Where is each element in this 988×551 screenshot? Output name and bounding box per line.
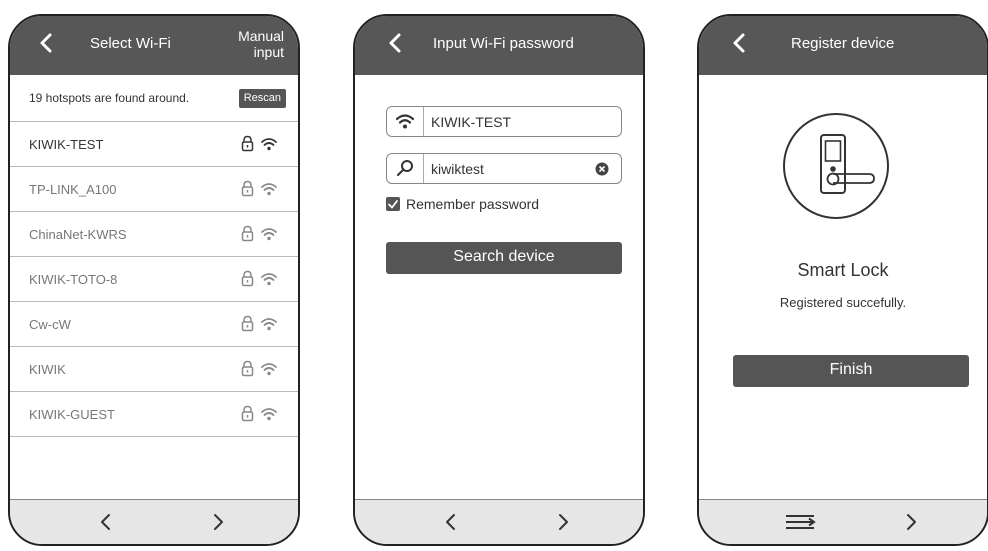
lock-icon — [241, 225, 254, 242]
wifi-status-icons — [241, 270, 277, 287]
wifi-network-item[interactable]: KIWIK-GUEST — [10, 392, 298, 437]
registration-status: Registered succefully. — [779, 295, 907, 310]
lock-icon — [241, 180, 254, 197]
wifi-icon — [261, 318, 277, 331]
wifi-icon — [395, 107, 424, 136]
password-field[interactable]: kiwiktest — [386, 153, 622, 184]
header: Select Wi-Fi Manual input — [10, 16, 298, 75]
wifi-network-name: KIWIK-TEST — [29, 137, 104, 152]
lock-icon — [241, 135, 254, 152]
wifi-status-icons — [241, 180, 277, 197]
smart-lock-icon — [783, 113, 889, 219]
wifi-network-item[interactable]: KIWIK — [10, 347, 298, 392]
lock-icon — [241, 315, 254, 332]
lock-icon — [241, 360, 254, 377]
wifi-network-name: Cw-cW — [29, 317, 71, 332]
ssid-value: KIWIK-TEST — [431, 114, 512, 130]
chevron-left-icon[interactable] — [92, 508, 120, 536]
wifi-network-item[interactable]: KIWIK-TOTO-8 — [10, 257, 298, 302]
clear-input-icon[interactable] — [595, 162, 609, 176]
header: Register device — [699, 16, 987, 75]
wifi-network-name: KIWIK-GUEST — [29, 407, 115, 422]
wifi-status-icons — [241, 225, 277, 242]
chevron-right-icon[interactable] — [204, 508, 232, 536]
page-title: Register device — [791, 35, 895, 52]
wifi-status-icons — [241, 315, 277, 332]
manual-input-line1: Manual — [238, 28, 284, 44]
wifi-icon — [261, 273, 277, 286]
manual-input-line2: input — [253, 44, 284, 60]
lock-icon — [241, 405, 254, 422]
header: Input Wi-Fi password — [355, 16, 643, 75]
lock-icon — [241, 270, 254, 287]
finish-button[interactable]: Finish — [733, 355, 969, 387]
wifi-network-item[interactable]: TP-LINK_A100 — [10, 167, 298, 212]
wifi-icon — [261, 363, 277, 376]
password-value: kiwiktest — [431, 161, 484, 177]
hotspot-count-text: 19 hotspots are found around. — [29, 91, 190, 105]
device-name: Smart Lock — [797, 260, 889, 280]
select-wifi-screen: Select Wi-Fi Manual input 19 hotspots ar… — [8, 14, 300, 546]
manual-input-button[interactable]: Manual input — [238, 28, 284, 60]
wifi-network-item[interactable]: Cw-cW — [10, 302, 298, 347]
wifi-status-icons — [241, 135, 277, 152]
wifi-network-name: KIWIK — [29, 362, 66, 377]
wifi-password-screen: Input Wi-Fi password KIWIK-TEST kiwiktes… — [353, 14, 645, 546]
menu-icon[interactable] — [783, 508, 817, 536]
wifi-network-name: TP-LINK_A100 — [29, 182, 117, 197]
wifi-network-item[interactable]: ChinaNet-KWRS — [10, 212, 298, 257]
footer-nav — [355, 499, 643, 544]
ssid-field[interactable]: KIWIK-TEST — [386, 106, 622, 137]
wifi-status-icons — [241, 360, 277, 377]
wifi-icon — [261, 408, 277, 421]
wifi-list: KIWIK-TEST TP-LINK_A100 ChinaNet-KWRS KIWIK… — [10, 122, 298, 437]
wifi-icon — [261, 228, 277, 241]
rescan-button[interactable]: Rescan — [238, 89, 286, 108]
back-arrow-icon[interactable] — [727, 30, 753, 56]
footer-nav — [10, 499, 298, 544]
wifi-network-name: KIWIK-TOTO-8 — [29, 272, 118, 287]
back-arrow-icon[interactable] — [383, 30, 409, 56]
wifi-network-name: ChinaNet-KWRS — [29, 227, 127, 242]
checkbox-checked-icon[interactable] — [386, 197, 400, 211]
search-device-button[interactable]: Search device — [386, 242, 622, 274]
wifi-icon — [261, 138, 277, 151]
wifi-icon — [261, 183, 277, 196]
chevron-right-icon[interactable] — [897, 508, 925, 536]
chevron-left-icon[interactable] — [437, 508, 465, 536]
key-icon — [397, 154, 424, 183]
register-device-screen: Register device Smart Lock Registered su… — [697, 14, 988, 546]
chevron-right-icon[interactable] — [549, 508, 577, 536]
hotspot-count-row: 19 hotspots are found around. Rescan — [10, 75, 298, 122]
wifi-network-item[interactable]: KIWIK-TEST — [10, 122, 298, 167]
page-title: Select Wi-Fi — [90, 35, 171, 52]
wifi-status-icons — [241, 405, 277, 422]
back-arrow-icon[interactable] — [34, 30, 60, 56]
page-title: Input Wi-Fi password — [433, 35, 574, 52]
remember-password-label: Remember password — [406, 196, 540, 212]
footer-nav — [699, 499, 987, 544]
